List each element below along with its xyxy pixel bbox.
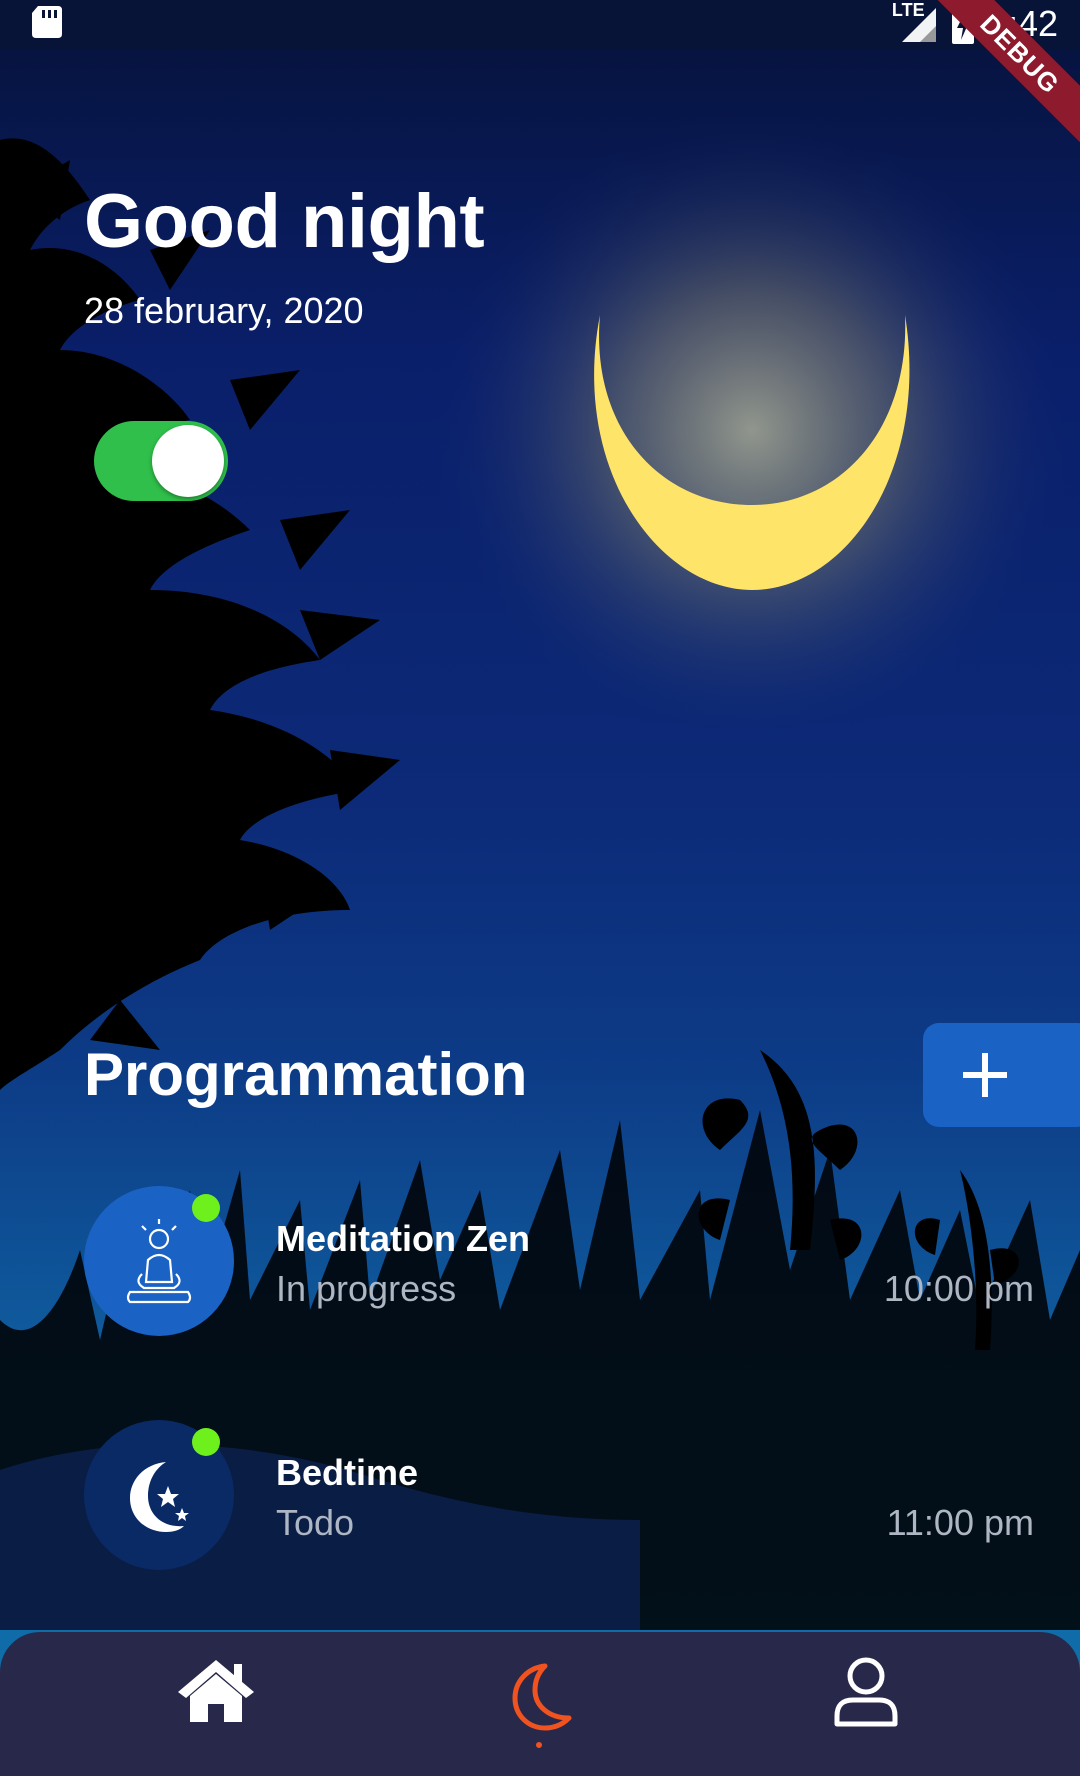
nav-sleep[interactable] xyxy=(494,1656,584,1746)
debug-banner-container: DEBUG xyxy=(930,0,1080,150)
section-title: Programmation xyxy=(84,1041,528,1108)
nav-profile[interactable] xyxy=(821,1656,911,1746)
active-indicator-dot xyxy=(536,1742,542,1748)
debug-banner: DEBUG xyxy=(930,0,1080,150)
status-dot xyxy=(192,1428,220,1456)
program-item-bedtime[interactable]: Bedtime Todo 11:00 pm xyxy=(84,1420,1034,1570)
home-icon xyxy=(178,1660,254,1722)
nav-home[interactable] xyxy=(171,1656,261,1746)
moon-glow xyxy=(432,110,1072,750)
bottom-navigation xyxy=(0,1632,1080,1776)
status-dot xyxy=(192,1194,220,1222)
night-mode-toggle[interactable] xyxy=(94,421,228,501)
sd-card-icon xyxy=(32,6,62,38)
program-item-meditation[interactable]: Meditation Zen In progress 10:00 pm xyxy=(84,1186,1034,1336)
plus-icon xyxy=(963,1053,1007,1097)
moon-icon xyxy=(512,1663,572,1731)
program-time: 11:00 pm xyxy=(886,1502,1034,1543)
program-status: In progress xyxy=(276,1268,457,1309)
program-status: Todo xyxy=(276,1502,355,1543)
toggle-knob[interactable] xyxy=(152,425,224,497)
date-label: 28 february, 2020 xyxy=(84,290,364,331)
greeting-title: Good night xyxy=(84,179,485,264)
night-scene-background xyxy=(0,50,1080,1630)
program-time: 10:00 pm xyxy=(883,1268,1034,1309)
scenery-illustration xyxy=(0,110,1080,1630)
status-bar: LTE 8:42 xyxy=(0,0,1080,50)
profile-icon xyxy=(834,1657,898,1727)
program-title: Meditation Zen xyxy=(276,1218,530,1259)
tree-silhouette xyxy=(0,138,400,1090)
add-program-button[interactable] xyxy=(923,1023,1080,1127)
program-title: Bedtime xyxy=(276,1452,419,1493)
